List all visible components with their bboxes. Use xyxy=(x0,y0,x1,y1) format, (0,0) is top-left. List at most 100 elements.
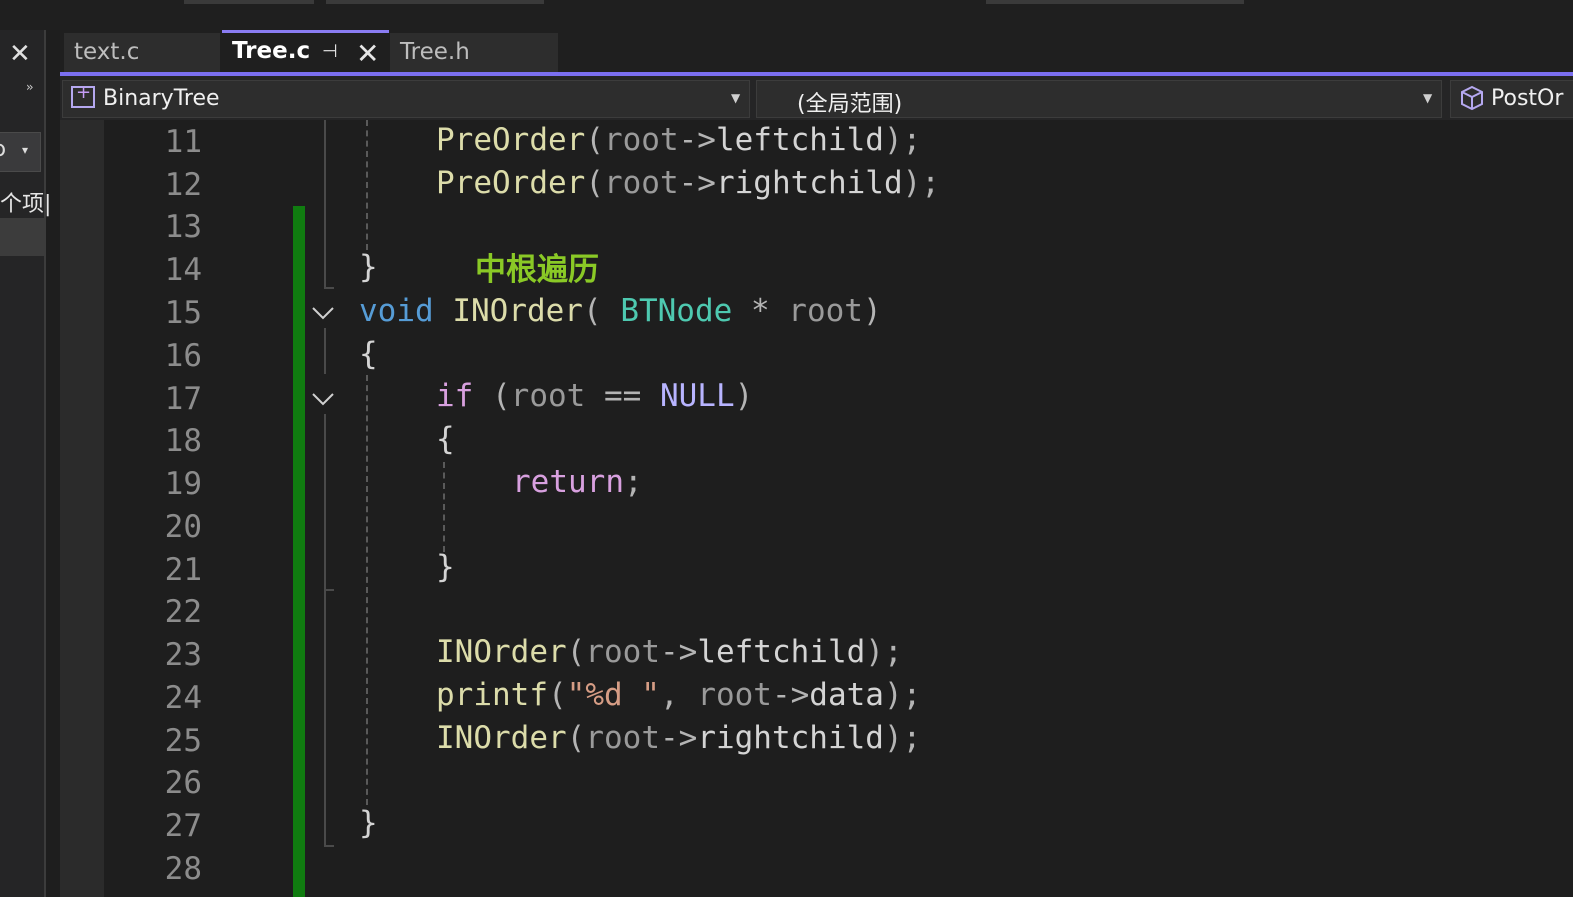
code-line-17[interactable]: if (root == NULL) xyxy=(436,375,753,418)
keyword: void xyxy=(359,293,434,329)
code-line-21[interactable]: } xyxy=(436,546,455,589)
code-editor[interactable] xyxy=(60,120,1573,897)
tab-tree-c[interactable]: Tree.c ⊣ ✕ xyxy=(222,30,389,75)
punct: ) xyxy=(734,378,754,414)
title-strip xyxy=(0,0,1573,30)
punct: ; xyxy=(623,464,643,500)
code-line-24[interactable]: printf("%d ", root->data); xyxy=(436,674,921,717)
indent-guide xyxy=(366,120,368,250)
member-name: leftchild xyxy=(697,634,866,670)
outline-guide-end xyxy=(324,845,334,847)
code-line-12[interactable]: PreOrder(root->rightchild); xyxy=(436,162,940,205)
punct: ( xyxy=(585,165,604,201)
member-name: leftchild xyxy=(715,122,884,158)
param-name: root xyxy=(788,293,863,329)
code-line-14[interactable]: } xyxy=(359,246,378,289)
line-number: 13 xyxy=(164,209,202,245)
fold-chevron-icon[interactable] xyxy=(311,386,335,410)
brace: } xyxy=(359,805,378,841)
fold-chevron-icon[interactable] xyxy=(311,300,335,324)
pin-icon[interactable]: ⊣ xyxy=(322,41,338,62)
punct: ( xyxy=(582,293,621,329)
member-name: rightchild xyxy=(697,720,884,756)
project-name: BinaryTree xyxy=(103,86,220,111)
line-number: 14 xyxy=(164,252,202,288)
punct: ( xyxy=(585,122,604,158)
title-strip-segment xyxy=(326,0,544,4)
member-name: PostOr xyxy=(1491,86,1564,111)
param-name: root xyxy=(697,677,772,713)
outline-guide xyxy=(324,120,326,288)
punct: ( xyxy=(566,720,586,756)
tab-text-c[interactable]: text.c xyxy=(64,33,220,72)
code-line-25[interactable]: INOrder(root->rightchild); xyxy=(436,717,921,760)
member-dropdown[interactable]: PostOr xyxy=(1450,80,1573,118)
punct: , xyxy=(659,677,698,713)
close-icon[interactable]: ✕ xyxy=(9,40,31,68)
panel-selected-row[interactable] xyxy=(0,218,44,256)
code-line-23[interactable]: INOrder(root->leftchild); xyxy=(436,631,903,674)
brace: { xyxy=(359,336,378,372)
tab-label: Tree.c xyxy=(232,38,311,64)
brace: { xyxy=(436,421,455,457)
scope-name: (全局范围) xyxy=(797,92,903,117)
line-number: 15 xyxy=(164,295,202,331)
punct: ); xyxy=(883,122,922,158)
close-tab-icon[interactable]: ✕ xyxy=(356,37,379,70)
tab-tree-h[interactable]: Tree.h xyxy=(390,33,558,72)
code-line-11[interactable]: PreOrder(root->leftchild); xyxy=(436,119,921,162)
string-literal: "%d " xyxy=(566,677,660,713)
arrow-op: -> xyxy=(771,677,810,713)
punct: ); xyxy=(883,677,922,713)
navigation-bar: BinaryTree ▼ (全局范围) ▼ PostOr xyxy=(60,76,1573,120)
title-strip-segment xyxy=(986,0,1244,4)
outline-guide xyxy=(324,328,326,374)
function-name: PreOrder xyxy=(436,165,586,201)
punct: ) xyxy=(862,293,882,329)
punct: ( xyxy=(566,634,586,670)
code-line-18[interactable]: { xyxy=(436,418,455,461)
line-number: 20 xyxy=(164,509,202,545)
line-number: 26 xyxy=(164,765,202,801)
function-name: printf xyxy=(436,677,548,713)
punct: ); xyxy=(902,165,940,201)
line-number: 17 xyxy=(164,381,202,417)
line-number: 23 xyxy=(164,637,202,673)
document-tab-bar: text.c Tree.c ⊣ ✕ Tree.h xyxy=(60,30,1573,75)
cube-icon xyxy=(1461,85,1483,111)
member-name: data xyxy=(809,677,884,713)
panel-dropdown[interactable]: ɔ ▾ xyxy=(0,132,41,172)
overflow-chevron-icon[interactable]: ›› xyxy=(26,80,33,94)
code-line-27[interactable]: } xyxy=(359,802,378,845)
tab-label: Tree.h xyxy=(400,39,470,65)
param-name: root xyxy=(603,165,679,201)
operator: == xyxy=(585,378,660,414)
project-dropdown[interactable]: BinaryTree ▼ xyxy=(62,80,750,118)
line-number: 21 xyxy=(164,552,202,588)
left-tool-panel: ✕ ›› ɔ ▾ 个项| xyxy=(0,30,51,897)
indicator-margin xyxy=(60,120,104,897)
panel-divider xyxy=(44,30,46,897)
arrow-op: -> xyxy=(678,122,716,158)
code-line-16[interactable]: { xyxy=(359,333,378,376)
type-name: BTNode xyxy=(620,293,733,329)
brace: } xyxy=(436,549,455,585)
brace: } xyxy=(359,249,378,285)
code-annotation: 中根遍历 xyxy=(475,252,599,288)
project-icon xyxy=(71,82,95,108)
outline-guide-end xyxy=(324,287,334,289)
code-line-15[interactable]: void INOrder( BTNode * root) xyxy=(359,290,882,333)
macro: NULL xyxy=(659,378,735,414)
member-name: rightchild xyxy=(715,165,903,201)
code-line-19[interactable]: return; xyxy=(512,461,643,504)
chevron-down-icon: ▼ xyxy=(1423,91,1433,105)
change-tracking-bar xyxy=(293,206,305,897)
scope-dropdown[interactable]: (全局范围) ▼ xyxy=(756,80,1442,118)
line-number: 18 xyxy=(164,423,202,459)
line-number: 28 xyxy=(164,851,202,887)
line-number: 25 xyxy=(164,723,202,759)
param-name: root xyxy=(585,634,660,670)
arrow-op: -> xyxy=(678,165,716,201)
panel-label: 个项| xyxy=(0,192,52,217)
line-number: 24 xyxy=(164,680,202,716)
